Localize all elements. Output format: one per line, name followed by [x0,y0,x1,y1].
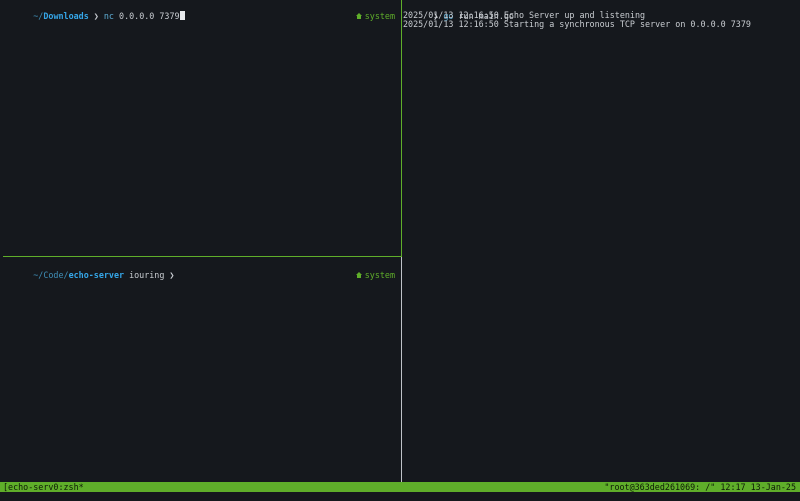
command-name: nc [103,11,114,21]
prompt-directory: Downloads [43,11,89,21]
pane-divider-vertical[interactable] [401,0,402,257]
pane-divider-vertical[interactable] [401,257,402,482]
env-tag: system [325,1,395,21]
prompt-arrow: ❯ [93,11,99,21]
env-tag: system [325,260,395,280]
pane-right[interactable]: ❯ go run main.go 2025/01/13 12:16:50 Ech… [402,0,800,482]
env-tag-label: system [364,11,395,21]
pane-top-left[interactable]: ~/Downloads ❯ nc 0.0.0.0 7379 system [0,0,401,256]
host-time-label: "root@363ded261069: /" 12:17 13-Jan-25 [604,482,796,492]
prompt-tilde: ~/Code/ [33,270,69,280]
prompt-line: ~/Downloads ❯ nc 0.0.0.0 7379 [3,1,185,21]
env-tag-label: system [364,270,395,280]
prompt-directory: echo-server [68,270,125,280]
git-branch: iouring [129,270,165,280]
terminal-window: ~/Downloads ❯ nc 0.0.0.0 7379 system ~/C… [0,0,800,501]
pane-divider-horizontal[interactable] [3,256,401,257]
pane-bottom-left[interactable]: ~/Code/echo-server iouring ❯ system [0,257,401,482]
prompt-line: ~/Code/echo-server iouring ❯ [3,260,174,280]
text-cursor[interactable] [179,11,185,20]
output-line: 2025/01/13 12:16:50 Starting a synchrono… [403,19,751,29]
home-icon [355,272,362,278]
home-icon [355,13,362,19]
tmux-status-bar: [echo-serv0:zsh* "root@363ded261069: /" … [0,482,800,492]
prompt-arrow: ❯ [169,270,175,280]
prompt-tilde: ~/ [33,11,44,21]
bottom-margin [0,492,800,501]
command-args: 0.0.0.0 7379 [119,11,180,21]
session-window-label[interactable]: [echo-serv0:zsh* [3,482,84,492]
